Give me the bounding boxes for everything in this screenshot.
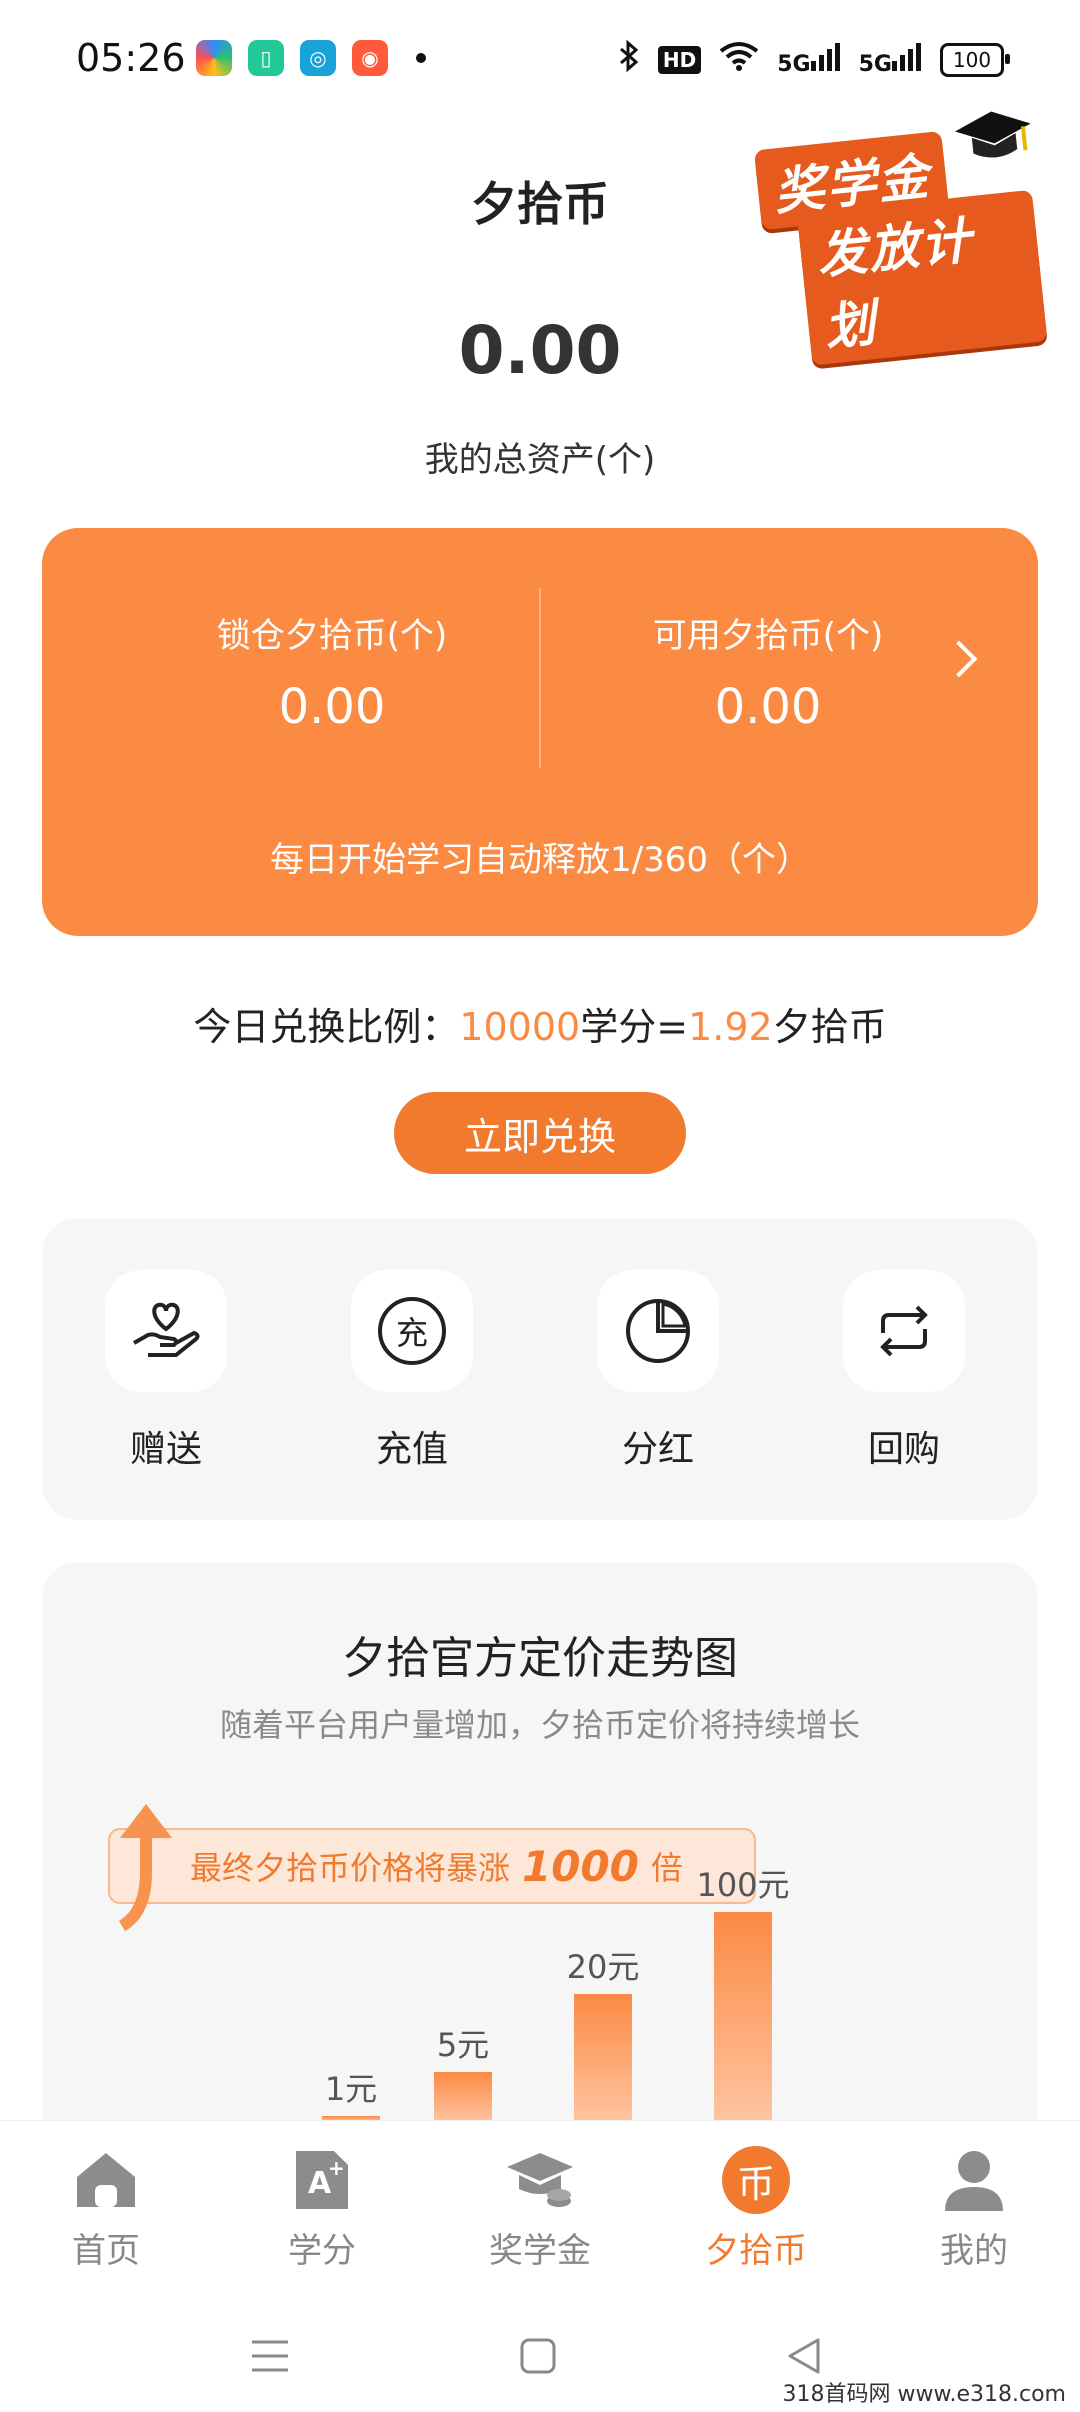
price-trend-panel: 夕拾官方定价走势图 随着平台用户量增加，夕拾币定价将持续增长 最终夕拾币价格将暴…: [42, 1562, 1038, 2122]
banner-multiplier: 1000: [522, 1841, 639, 1891]
bluetooth-icon: [618, 39, 640, 79]
nav-home[interactable]: 首页: [16, 2145, 196, 2272]
nav-credits[interactable]: A + 学分: [232, 2145, 412, 2272]
pie-chart-icon: [597, 1270, 719, 1392]
hd-icon: HD: [657, 45, 702, 74]
locked-coins-label: 锁仓夕拾币(个): [216, 616, 448, 656]
signal-1-label: 5G: [777, 51, 811, 77]
trend-title: 夕拾官方定价走势图: [342, 1633, 738, 1684]
watermark-text: 318首码网 www.e318.com: [782, 2382, 1066, 2407]
total-assets-label: 我的总资产(个): [424, 440, 656, 480]
5g-signal-icon-2: 5G: [858, 42, 922, 77]
chart-bar: [714, 1912, 772, 2122]
rate-coins: 1.92: [688, 1005, 773, 1049]
chart-value-label: 1元: [324, 2070, 378, 2108]
nav-label: 学分: [288, 2231, 356, 2271]
nav-label: 夕拾币: [705, 2231, 807, 2271]
bottom-navigation: 首页 A + 学分 奖学金 币 夕拾币 我的: [0, 2120, 1080, 2297]
up-arrow-icon: [112, 1802, 182, 1936]
green-app-icon: ▯: [248, 40, 284, 76]
rate-suffix: 夕拾币: [772, 1005, 887, 1049]
graduation-cap-icon: [951, 103, 1038, 185]
nav-profile[interactable]: 我的: [884, 2145, 1064, 2272]
release-note: 每日开始学习自动释放1/360（个）: [270, 840, 810, 880]
coin-glyph: 币: [722, 2146, 790, 2214]
banner-prefix: 最终夕拾币价格将暴涨: [190, 1849, 511, 1887]
status-bar: 05:26 ▯ ◎ ◉ HD 5G 5G 100: [0, 0, 1080, 120]
credit-icon: A +: [287, 2145, 357, 2215]
locked-coins-value: 0.00: [278, 679, 386, 735]
svg-text:+: +: [328, 2156, 345, 2180]
chart-bar: [574, 1994, 632, 2122]
5g-signal-icon: 5G: [777, 42, 840, 77]
recharge-glyph: 充: [378, 1297, 446, 1365]
chart-value-label: 5元: [436, 2026, 490, 2064]
teal-app-icon: ◎: [300, 40, 336, 76]
action-gift[interactable]: 赠送: [86, 1270, 246, 1472]
available-coins-value: 0.00: [714, 679, 822, 735]
action-label: 回购: [867, 1429, 940, 1470]
rate-credits: 10000: [459, 1005, 581, 1049]
wifi-icon: [719, 41, 759, 78]
rate-unit: 学分=: [580, 1005, 689, 1049]
signal-2-label: 5G: [858, 51, 892, 77]
total-assets-value: 0.00: [458, 312, 622, 389]
banner-suffix: 倍: [650, 1849, 683, 1887]
action-label: 分红: [621, 1429, 694, 1470]
action-label: 赠送: [129, 1429, 202, 1470]
action-dividend[interactable]: 分红: [578, 1270, 738, 1472]
buyback-icon: [843, 1270, 965, 1392]
chart-value-label: 100元: [696, 1866, 790, 1904]
system-navigation-bar: 318首码网 www.e318.com: [0, 2296, 1080, 2412]
action-label: 充值: [375, 1429, 448, 1470]
chart-value-label: 20元: [566, 1948, 640, 1986]
actions-panel: 赠送 充 充值 分红 回购: [42, 1218, 1038, 1520]
locked-coins: 锁仓夕拾币(个) 0.00: [132, 608, 532, 735]
trend-subtitle: 随着平台用户量增加，夕拾币定价将持续增长: [219, 1706, 860, 1744]
exchange-now-button[interactable]: 立即兑换: [394, 1092, 686, 1174]
status-time: 05:26: [76, 36, 186, 80]
action-buyback[interactable]: 回购: [824, 1270, 984, 1472]
notification-icons: ▯ ◎ ◉: [196, 40, 426, 76]
profile-icon: [939, 2145, 1009, 2215]
coin-icon: 币: [721, 2145, 791, 2215]
menu-icon[interactable]: [240, 2326, 300, 2386]
action-recharge[interactable]: 充 充值: [332, 1270, 492, 1472]
nav-label: 奖学金: [489, 2231, 591, 2271]
exchange-rate: 今日兑换比例：10000学分=1.92夕拾币: [0, 996, 1080, 1051]
nav-coin[interactable]: 币 夕拾币: [666, 2145, 846, 2272]
heart-hand-icon: [105, 1270, 227, 1392]
system-icons: HD 5G 5G 100: [618, 39, 1010, 79]
nav-scholarship[interactable]: 奖学金: [450, 2145, 630, 2272]
home-icon: [71, 2145, 141, 2215]
price-surge-banner: 最终夕拾币价格将暴涨 1000 倍: [108, 1828, 756, 1904]
available-coins-label: 可用夕拾币(个): [652, 616, 884, 656]
recharge-icon: 充: [351, 1270, 473, 1392]
home-square-icon[interactable]: [508, 2326, 568, 2386]
chart-bar: [434, 2072, 492, 2122]
rate-prefix: 今日兑换比例：: [193, 1005, 460, 1049]
battery-icon: 100: [940, 42, 1010, 77]
available-coins: 可用夕拾币(个) 0.00: [568, 608, 968, 735]
notification-dot-icon: [416, 53, 426, 63]
coin-balance-card[interactable]: 锁仓夕拾币(个) 0.00 可用夕拾币(个) 0.00 每日开始学习自动释放1/…: [42, 528, 1038, 936]
scholarship-plan-badge[interactable]: 奖学金 发放计划: [753, 111, 1048, 366]
nav-label: 首页: [72, 2231, 140, 2271]
graduation-cap-icon: [505, 2145, 575, 2215]
nav-label: 我的: [940, 2231, 1008, 2271]
red-app-icon: ◉: [352, 40, 388, 76]
card-divider: [539, 588, 541, 768]
colorful-app-icon: [196, 40, 232, 76]
